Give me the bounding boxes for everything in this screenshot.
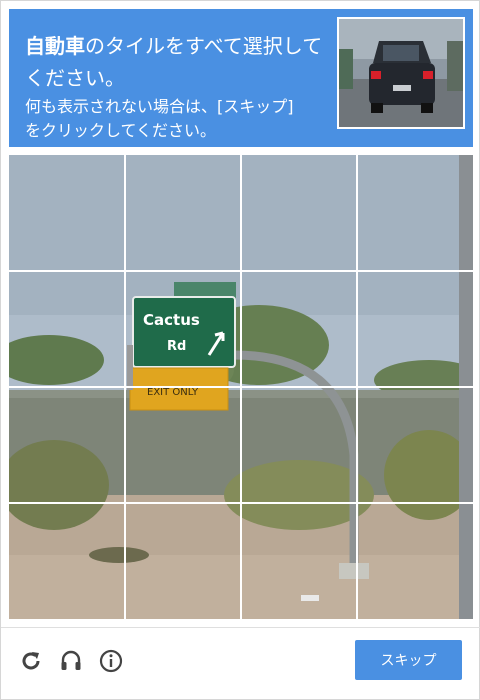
info-icon[interactable] bbox=[99, 649, 123, 673]
captcha-frame: 自動車のタイルをすべて選択して ください。 何も表示されない場合は、[スキップ]… bbox=[0, 0, 480, 700]
instruction-title: 自動車のタイルをすべて選択して bbox=[25, 31, 325, 61]
footer-divider bbox=[1, 627, 480, 628]
grid-tile-14[interactable] bbox=[125, 503, 240, 618]
grid-divider bbox=[9, 502, 473, 504]
grid-tile-3[interactable] bbox=[241, 155, 356, 270]
instruction-sub-line1: 何も表示されない場合は、[スキップ] bbox=[25, 97, 294, 116]
grid-divider bbox=[9, 270, 473, 272]
grid-tile-11[interactable] bbox=[241, 387, 356, 502]
grid-tile-13[interactable] bbox=[9, 503, 124, 618]
skip-button[interactable]: スキップ bbox=[355, 640, 462, 680]
example-car-picture bbox=[339, 19, 463, 127]
example-image bbox=[337, 17, 465, 129]
image-grid: Cactus Rd EXIT ONLY bbox=[9, 155, 473, 619]
grid-tile-1[interactable] bbox=[9, 155, 124, 270]
instruction-header: 自動車のタイルをすべて選択して ください。 何も表示されない場合は、[スキップ]… bbox=[9, 9, 473, 147]
grid-tile-5[interactable] bbox=[9, 271, 124, 386]
grid-tile-15[interactable] bbox=[241, 503, 356, 618]
instruction-title-line2: ください。 bbox=[25, 66, 125, 90]
reload-icon[interactable] bbox=[19, 649, 43, 673]
grid-tile-2[interactable] bbox=[125, 155, 240, 270]
grid-tile-12[interactable] bbox=[357, 387, 472, 502]
grid-divider bbox=[9, 386, 473, 388]
instruction-sub-line2: をクリックしてください。 bbox=[25, 121, 217, 140]
grid-tile-4[interactable] bbox=[357, 155, 472, 270]
grid-tile-6[interactable] bbox=[125, 271, 240, 386]
grid-tile-10[interactable] bbox=[125, 387, 240, 502]
grid-tile-7[interactable] bbox=[241, 271, 356, 386]
grid-tile-9[interactable] bbox=[9, 387, 124, 502]
grid-tile-8[interactable] bbox=[357, 271, 472, 386]
target-object: 自動車 bbox=[25, 34, 85, 58]
audio-icon[interactable] bbox=[59, 649, 83, 673]
instruction-title-rest: のタイルをすべて選択して bbox=[85, 34, 323, 58]
grid-tile-16[interactable] bbox=[357, 503, 472, 618]
